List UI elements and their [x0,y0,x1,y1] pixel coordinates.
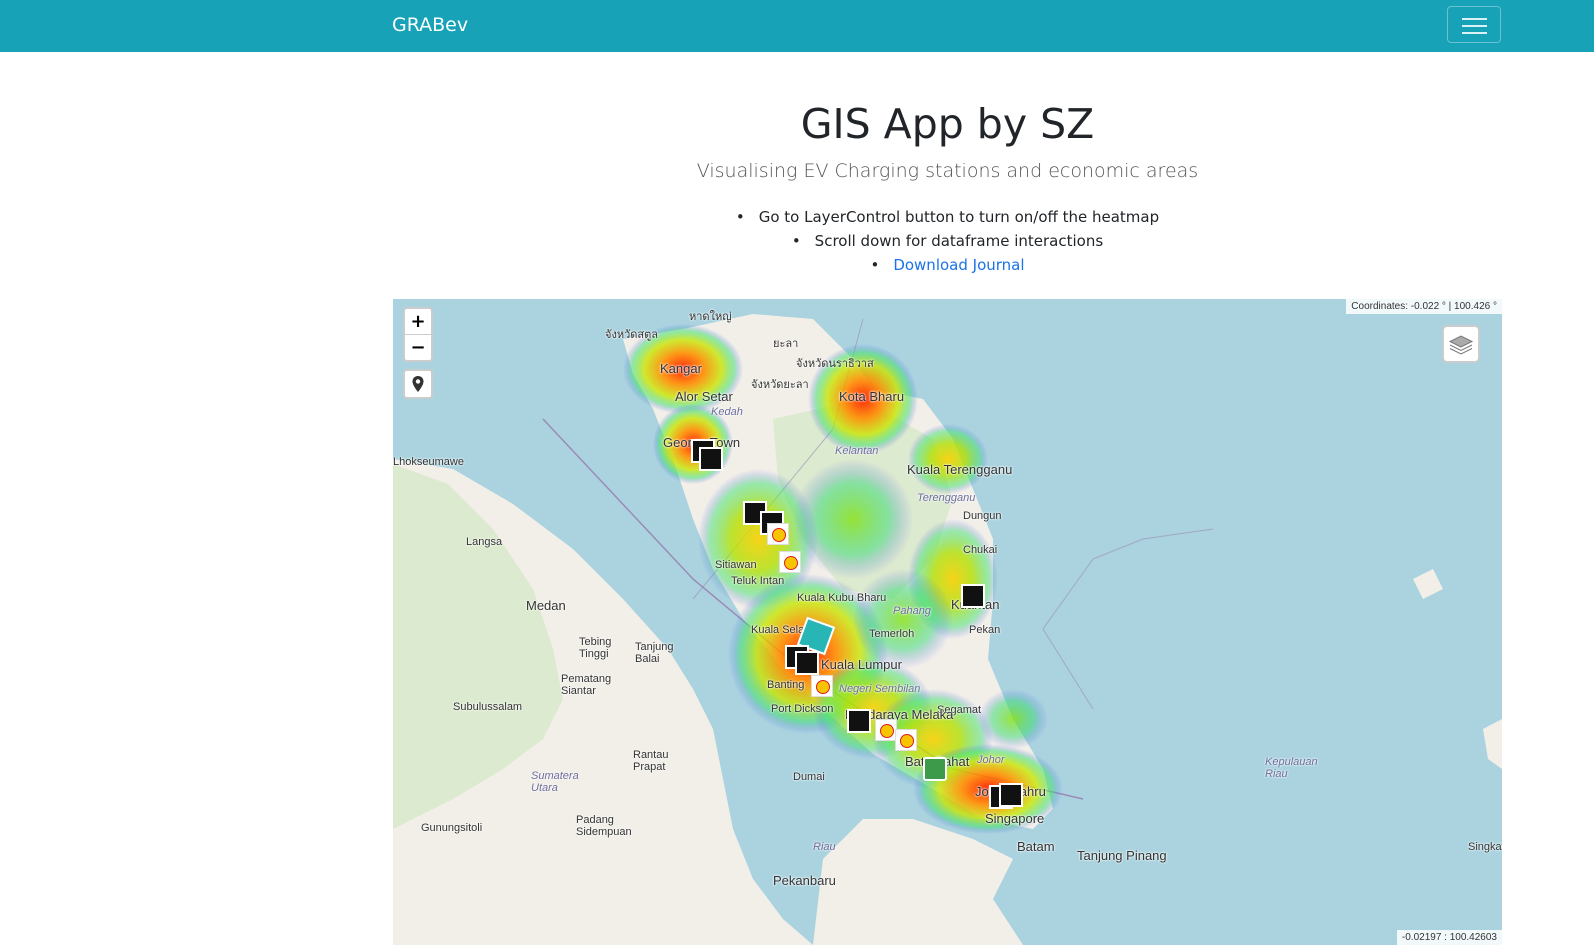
map-label: Port Dickson [771,703,834,715]
navbar: GRABev [0,0,1594,52]
navbar-toggle-button[interactable] [1447,6,1501,43]
list-item: Go to LayerControl button to turn on/off… [650,205,1245,229]
page-title: GIS App by SZ [800,100,1095,148]
e-station-marker[interactable] [923,757,947,781]
map-label: Banting [767,679,805,691]
map-label: Pematang Siantar [561,673,612,697]
shell-station-marker[interactable] [811,675,833,697]
map-label: Kedah [711,406,743,418]
map-label: Pekanbaru [773,873,836,888]
zoom-out-button[interactable]: − [405,334,431,360]
map-label: จังหวัดนราธิวาส [796,358,874,370]
map-label: Teluk Intan [731,575,785,587]
map-label: Singapore [985,811,1045,826]
map-label: Terengganu [917,492,976,504]
mouse-position-readout: -0.02197 : 100.42603 [1396,930,1502,945]
page-subtitle: Visualising EV Charging stations and eco… [696,160,1199,182]
charging-station-marker[interactable] [847,709,871,733]
map-label: จังหวัดยะลา [751,379,809,391]
map-label: Kuala Kubu Bharu [797,592,887,604]
map-label: Riau [813,841,836,853]
map-label: Sitiawan [715,559,757,571]
map-label: Dumai [793,771,825,783]
map-label: Padang Sidempuan [576,814,632,838]
map-label: Kangar [660,361,702,376]
map-label: Kota Bharu [839,389,905,404]
locate-button[interactable] [403,369,433,399]
map-tiles [393,314,1502,945]
map-label: Singkawa [1468,841,1502,853]
map-label: Tebing Tinggi [579,636,612,660]
charging-station-marker[interactable] [795,651,819,675]
map-label: Subulussalam [453,701,523,713]
instruction-list: Go to LayerControl button to turn on/off… [650,205,1245,277]
shell-station-marker[interactable] [875,719,897,741]
map-label: Pahang [893,605,931,617]
zoom-control: + − [403,307,433,362]
map-label: Negeri Sembilan [839,683,921,695]
shell-station-marker[interactable] [779,551,801,573]
map-label: Temerloh [869,628,915,640]
map-label: Kuala Lumpur [821,657,902,672]
map-label: Tanjung Pinang [1077,848,1167,863]
hamburger-icon [1462,18,1487,20]
shell-station-marker[interactable] [895,729,917,751]
map[interactable]: จังหวัดสตูล หาดใหญ่ ยะลา จังหวัดนราธิวาส… [393,299,1502,945]
charging-station-marker[interactable] [999,783,1023,807]
map-label: Kepulauan Riau [1265,756,1318,780]
download-journal-link[interactable]: Download Journal [893,256,1024,274]
shell-icon [900,734,914,748]
shell-icon [880,724,894,738]
map-label: Pekan [969,624,1001,636]
map-label: Dungun [963,510,1002,522]
map-label: Gunungsitoli [421,822,483,834]
map-label: Kelantan [835,445,879,457]
map-label: Johor [977,754,1005,766]
map-label: Sumatera Utara [531,770,579,794]
map-label: Chukai [963,544,998,556]
layer-control-button[interactable] [1442,325,1480,363]
map-label: Langsa [466,536,503,548]
map-label: Alor Setar [675,389,733,404]
charging-station-marker[interactable] [961,584,985,608]
brand-link[interactable]: GRABev [392,14,468,36]
map-label: Tanjung Balai [635,641,674,665]
map-label: Kuala Terengganu [907,462,1013,477]
list-item: Download Journal [650,253,1245,277]
map-label: Medan [526,598,566,613]
charging-station-marker[interactable] [699,447,723,471]
coordinates-readout: Coordinates: -0.022 ° | 100.426 ° [1346,299,1502,314]
shell-icon [772,528,786,542]
map-label: Batam [1017,839,1055,854]
map-label: Rantau Prapat [633,749,669,773]
map-label: จังหวัดสตูล [605,329,658,341]
zoom-in-button[interactable]: + [405,309,431,334]
map-pin-icon [412,376,424,392]
shell-icon [784,556,798,570]
map-label: หาดใหญ่ [689,311,732,323]
shell-icon [816,680,830,694]
layers-icon [1448,335,1474,355]
shell-station-marker[interactable] [767,523,789,545]
map-label: Lhokseumawe [393,456,464,468]
list-item: Scroll down for dataframe interactions [650,229,1245,253]
map-label: ยะลา [773,338,799,350]
